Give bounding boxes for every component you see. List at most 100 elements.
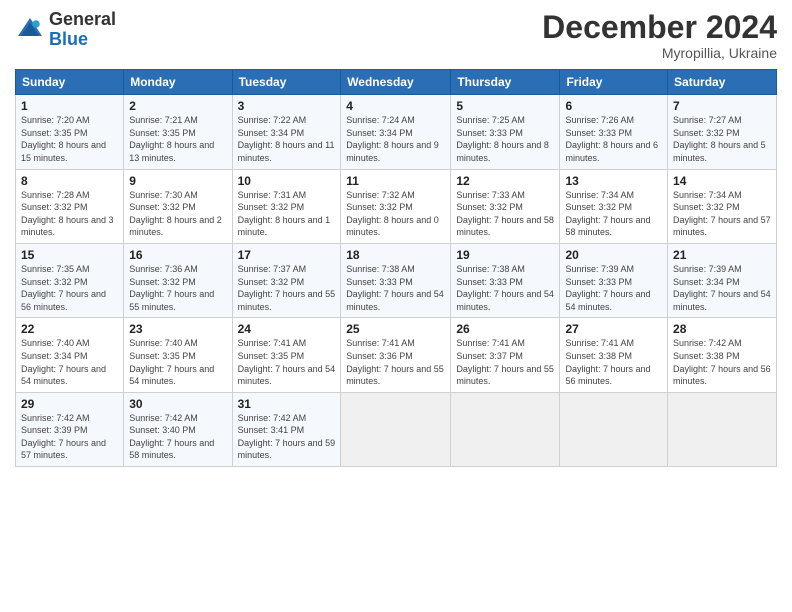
calendar-body: 1 Sunrise: 7:20 AM Sunset: 3:35 PM Dayli… <box>16 95 777 467</box>
logo: General Blue <box>15 10 116 50</box>
day-detail: Sunrise: 7:36 AM Sunset: 3:32 PM Dayligh… <box>129 263 226 313</box>
day-number: 16 <box>129 248 226 262</box>
day-number: 13 <box>565 174 662 188</box>
day-detail: Sunrise: 7:21 AM Sunset: 3:35 PM Dayligh… <box>129 114 226 164</box>
day-cell-7: 7 Sunrise: 7:27 AM Sunset: 3:32 PM Dayli… <box>668 95 777 169</box>
day-number: 6 <box>565 99 662 113</box>
day-cell-21: 21 Sunrise: 7:39 AM Sunset: 3:34 PM Dayl… <box>668 243 777 317</box>
day-number: 7 <box>673 99 771 113</box>
day-number: 8 <box>21 174 118 188</box>
day-cell-19: 19 Sunrise: 7:38 AM Sunset: 3:33 PM Dayl… <box>451 243 560 317</box>
day-cell-29: 29 Sunrise: 7:42 AM Sunset: 3:39 PM Dayl… <box>16 392 124 466</box>
day-number: 15 <box>21 248 118 262</box>
week-row: 1 Sunrise: 7:20 AM Sunset: 3:35 PM Dayli… <box>16 95 777 169</box>
page: General Blue December 2024 Myropillia, U… <box>0 0 792 612</box>
day-detail: Sunrise: 7:26 AM Sunset: 3:33 PM Dayligh… <box>565 114 662 164</box>
day-detail: Sunrise: 7:42 AM Sunset: 3:39 PM Dayligh… <box>21 412 118 462</box>
day-number: 4 <box>346 99 445 113</box>
day-cell-16: 16 Sunrise: 7:36 AM Sunset: 3:32 PM Dayl… <box>124 243 232 317</box>
calendar: Sunday Monday Tuesday Wednesday Thursday… <box>15 69 777 467</box>
day-detail: Sunrise: 7:25 AM Sunset: 3:33 PM Dayligh… <box>456 114 554 164</box>
week-row: 8 Sunrise: 7:28 AM Sunset: 3:32 PM Dayli… <box>16 169 777 243</box>
week-row: 29 Sunrise: 7:42 AM Sunset: 3:39 PM Dayl… <box>16 392 777 466</box>
day-cell-6: 6 Sunrise: 7:26 AM Sunset: 3:33 PM Dayli… <box>560 95 668 169</box>
col-friday: Friday <box>560 70 668 95</box>
logo-blue: Blue <box>49 29 88 49</box>
day-number: 28 <box>673 322 771 336</box>
day-cell-4: 4 Sunrise: 7:24 AM Sunset: 3:34 PM Dayli… <box>341 95 451 169</box>
day-number: 9 <box>129 174 226 188</box>
day-detail: Sunrise: 7:32 AM Sunset: 3:32 PM Dayligh… <box>346 189 445 239</box>
day-cell-13: 13 Sunrise: 7:34 AM Sunset: 3:32 PM Dayl… <box>560 169 668 243</box>
week-row: 22 Sunrise: 7:40 AM Sunset: 3:34 PM Dayl… <box>16 318 777 392</box>
day-number: 17 <box>238 248 336 262</box>
day-cell-12: 12 Sunrise: 7:33 AM Sunset: 3:32 PM Dayl… <box>451 169 560 243</box>
day-detail: Sunrise: 7:38 AM Sunset: 3:33 PM Dayligh… <box>456 263 554 313</box>
day-number: 22 <box>21 322 118 336</box>
col-monday: Monday <box>124 70 232 95</box>
day-number: 26 <box>456 322 554 336</box>
day-detail: Sunrise: 7:42 AM Sunset: 3:40 PM Dayligh… <box>129 412 226 462</box>
logo-text: General Blue <box>49 10 116 50</box>
day-number: 21 <box>673 248 771 262</box>
day-cell-18: 18 Sunrise: 7:38 AM Sunset: 3:33 PM Dayl… <box>341 243 451 317</box>
day-detail: Sunrise: 7:41 AM Sunset: 3:38 PM Dayligh… <box>565 337 662 387</box>
day-cell-11: 11 Sunrise: 7:32 AM Sunset: 3:32 PM Dayl… <box>341 169 451 243</box>
day-detail: Sunrise: 7:40 AM Sunset: 3:34 PM Dayligh… <box>21 337 118 387</box>
day-detail: Sunrise: 7:33 AM Sunset: 3:32 PM Dayligh… <box>456 189 554 239</box>
day-number: 12 <box>456 174 554 188</box>
day-number: 25 <box>346 322 445 336</box>
day-detail: Sunrise: 7:42 AM Sunset: 3:38 PM Dayligh… <box>673 337 771 387</box>
day-detail: Sunrise: 7:39 AM Sunset: 3:34 PM Dayligh… <box>673 263 771 313</box>
day-cell-30: 30 Sunrise: 7:42 AM Sunset: 3:40 PM Dayl… <box>124 392 232 466</box>
day-cell-8: 8 Sunrise: 7:28 AM Sunset: 3:32 PM Dayli… <box>16 169 124 243</box>
day-cell-2: 2 Sunrise: 7:21 AM Sunset: 3:35 PM Dayli… <box>124 95 232 169</box>
day-number: 14 <box>673 174 771 188</box>
day-detail: Sunrise: 7:35 AM Sunset: 3:32 PM Dayligh… <box>21 263 118 313</box>
day-cell-24: 24 Sunrise: 7:41 AM Sunset: 3:35 PM Dayl… <box>232 318 341 392</box>
day-number: 3 <box>238 99 336 113</box>
day-detail: Sunrise: 7:41 AM Sunset: 3:35 PM Dayligh… <box>238 337 336 387</box>
day-detail: Sunrise: 7:31 AM Sunset: 3:32 PM Dayligh… <box>238 189 336 239</box>
day-cell-27: 27 Sunrise: 7:41 AM Sunset: 3:38 PM Dayl… <box>560 318 668 392</box>
day-detail: Sunrise: 7:40 AM Sunset: 3:35 PM Dayligh… <box>129 337 226 387</box>
day-detail: Sunrise: 7:34 AM Sunset: 3:32 PM Dayligh… <box>673 189 771 239</box>
col-wednesday: Wednesday <box>341 70 451 95</box>
day-detail: Sunrise: 7:38 AM Sunset: 3:33 PM Dayligh… <box>346 263 445 313</box>
week-row: 15 Sunrise: 7:35 AM Sunset: 3:32 PM Dayl… <box>16 243 777 317</box>
logo-general: General <box>49 9 116 29</box>
day-number: 18 <box>346 248 445 262</box>
day-number: 30 <box>129 397 226 411</box>
day-detail: Sunrise: 7:37 AM Sunset: 3:32 PM Dayligh… <box>238 263 336 313</box>
day-number: 19 <box>456 248 554 262</box>
day-number: 2 <box>129 99 226 113</box>
day-number: 27 <box>565 322 662 336</box>
day-cell-23: 23 Sunrise: 7:40 AM Sunset: 3:35 PM Dayl… <box>124 318 232 392</box>
empty-cell <box>341 392 451 466</box>
col-thursday: Thursday <box>451 70 560 95</box>
day-cell-9: 9 Sunrise: 7:30 AM Sunset: 3:32 PM Dayli… <box>124 169 232 243</box>
day-cell-26: 26 Sunrise: 7:41 AM Sunset: 3:37 PM Dayl… <box>451 318 560 392</box>
day-cell-1: 1 Sunrise: 7:20 AM Sunset: 3:35 PM Dayli… <box>16 95 124 169</box>
day-detail: Sunrise: 7:20 AM Sunset: 3:35 PM Dayligh… <box>21 114 118 164</box>
day-number: 31 <box>238 397 336 411</box>
day-detail: Sunrise: 7:42 AM Sunset: 3:41 PM Dayligh… <box>238 412 336 462</box>
logo-icon <box>15 15 45 45</box>
day-detail: Sunrise: 7:24 AM Sunset: 3:34 PM Dayligh… <box>346 114 445 164</box>
day-number: 5 <box>456 99 554 113</box>
day-detail: Sunrise: 7:28 AM Sunset: 3:32 PM Dayligh… <box>21 189 118 239</box>
col-tuesday: Tuesday <box>232 70 341 95</box>
day-cell-15: 15 Sunrise: 7:35 AM Sunset: 3:32 PM Dayl… <box>16 243 124 317</box>
day-cell-31: 31 Sunrise: 7:42 AM Sunset: 3:41 PM Dayl… <box>232 392 341 466</box>
day-cell-5: 5 Sunrise: 7:25 AM Sunset: 3:33 PM Dayli… <box>451 95 560 169</box>
empty-cell <box>668 392 777 466</box>
empty-cell <box>451 392 560 466</box>
subtitle: Myropillia, Ukraine <box>542 45 777 61</box>
day-number: 24 <box>238 322 336 336</box>
day-cell-10: 10 Sunrise: 7:31 AM Sunset: 3:32 PM Dayl… <box>232 169 341 243</box>
day-cell-22: 22 Sunrise: 7:40 AM Sunset: 3:34 PM Dayl… <box>16 318 124 392</box>
day-number: 20 <box>565 248 662 262</box>
day-detail: Sunrise: 7:41 AM Sunset: 3:37 PM Dayligh… <box>456 337 554 387</box>
header: General Blue December 2024 Myropillia, U… <box>15 10 777 61</box>
col-sunday: Sunday <box>16 70 124 95</box>
